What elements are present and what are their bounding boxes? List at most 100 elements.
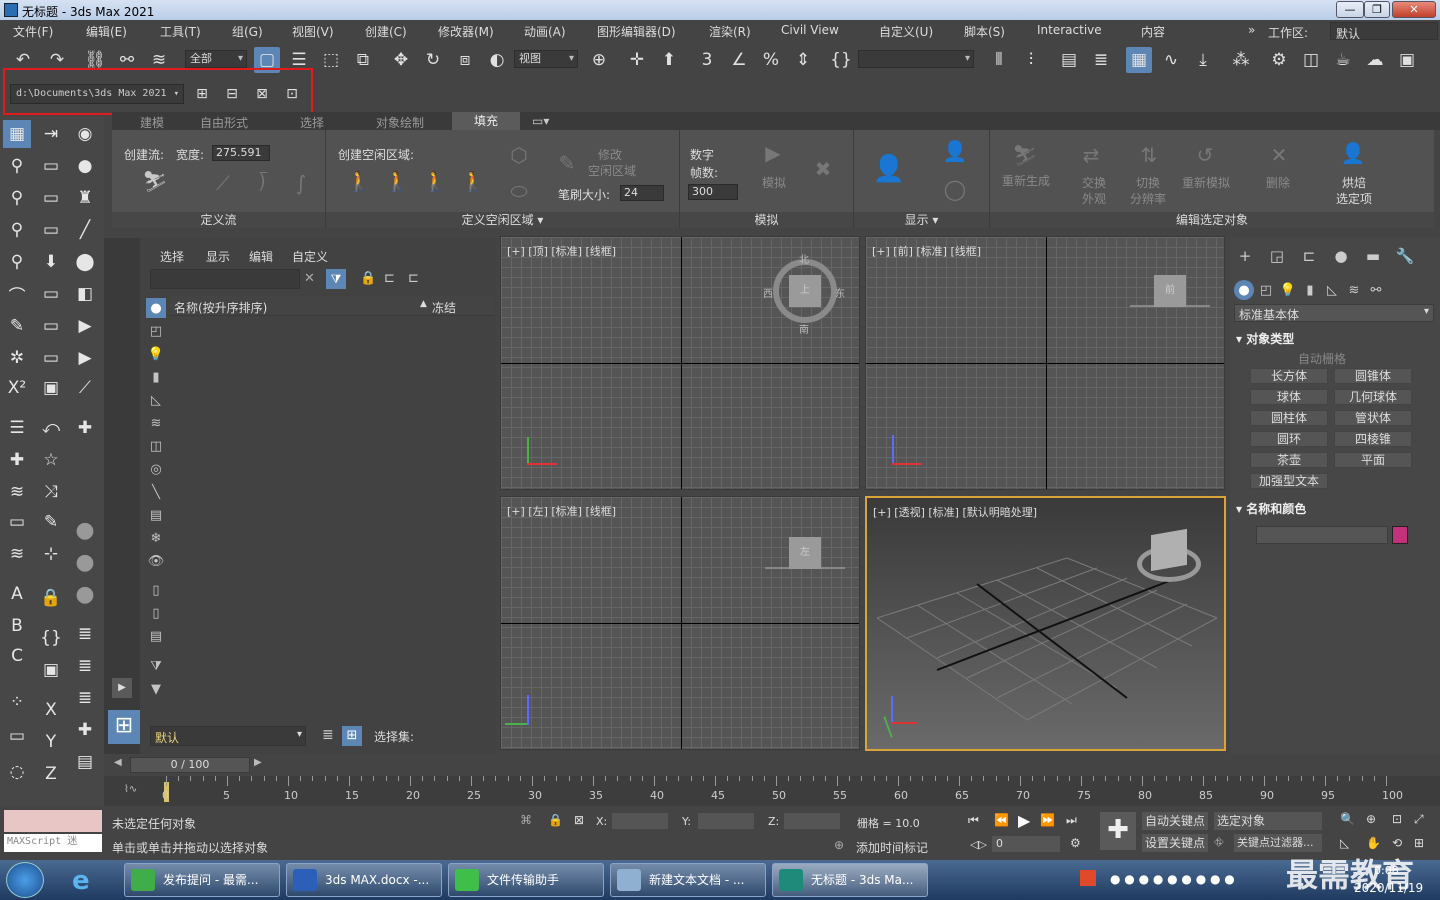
tool-4b-icon[interactable]: ▭: [37, 216, 65, 244]
flow-edit-icon[interactable]: ⟌: [248, 168, 278, 198]
tool-6a-icon[interactable]: ⌒: [3, 280, 31, 308]
task-item-3[interactable]: 文件传输助手: [448, 863, 604, 897]
current-frame-input[interactable]: 0: [992, 836, 1060, 852]
tool-11b-icon[interactable]: ☆: [37, 446, 65, 474]
cylinder-button[interactable]: 圆柱体: [1250, 410, 1328, 426]
shapes-category-icon[interactable]: ◰: [1256, 280, 1276, 300]
align-icon[interactable]: ⫶: [1018, 47, 1044, 73]
invert-display-icon[interactable]: ▤: [146, 626, 166, 646]
lock-filter-icon[interactable]: 🔒: [360, 271, 376, 286]
idle-shape-1-icon[interactable]: ⬡: [504, 140, 534, 170]
funnel-2-icon[interactable]: ▼: [146, 679, 166, 699]
tool-17c-icon[interactable]: ▤: [71, 748, 99, 776]
cone-button[interactable]: 圆锥体: [1334, 368, 1412, 384]
viewport-top[interactable]: [+] [顶] [标准] [线框] 上 北 南 东 西: [500, 236, 860, 490]
tray-ime-icon[interactable]: [1080, 870, 1096, 886]
close-button[interactable]: ✕: [1392, 1, 1436, 18]
brush-icon[interactable]: ⚲: [3, 152, 31, 180]
workspace-dropdown[interactable]: 默认: [1330, 22, 1438, 41]
tool-16c-icon[interactable]: ✚: [71, 716, 99, 744]
fov-icon[interactable]: ◺: [1340, 836, 1349, 850]
start-button[interactable]: [6, 862, 44, 898]
redo-icon[interactable]: ↷: [44, 47, 70, 73]
a360-gallery-icon[interactable]: ▣: [1394, 47, 1420, 73]
containers-filter-icon[interactable]: ▤: [146, 505, 166, 525]
brush-size-input[interactable]: 24: [620, 185, 664, 201]
modify-tab-icon[interactable]: ◲: [1266, 246, 1288, 266]
menu-modifiers[interactable]: 修改器(M): [438, 23, 494, 40]
clear-search-icon[interactable]: ✕: [304, 271, 315, 286]
frozen-filter-icon[interactable]: ❄: [146, 528, 166, 548]
tool-8b-icon[interactable]: ▭: [37, 344, 65, 372]
hidden-filter-icon[interactable]: 👁: [146, 551, 166, 571]
key-filter-icon[interactable]: ⛗: [1214, 835, 1224, 850]
regenerate-icon[interactable]: ⛷: [1010, 140, 1040, 170]
hierarchy-tab-icon[interactable]: ⊏: [1298, 246, 1320, 266]
selection-filter-dropdown[interactable]: 全部: [185, 50, 247, 68]
curve-editor-icon[interactable]: ∿: [1158, 47, 1184, 73]
tool-1b-icon[interactable]: ⇥: [37, 120, 65, 148]
xrefs-filter-icon[interactable]: ◎: [146, 459, 166, 479]
render-setup-icon[interactable]: ⚙: [1266, 47, 1292, 73]
motion-tab-icon[interactable]: ●: [1330, 246, 1352, 266]
menu-animation[interactable]: 动画(A): [524, 23, 566, 40]
pan-icon[interactable]: ✋: [1366, 836, 1381, 850]
menu-civil-view[interactable]: Civil View: [781, 23, 839, 37]
y-coord-input[interactable]: [698, 813, 754, 829]
tool-14a-icon[interactable]: ≋: [3, 540, 31, 568]
tool-13a-icon[interactable]: ▭: [3, 508, 31, 536]
modify-idle-icon[interactable]: ✎: [552, 148, 582, 178]
unlink-icon[interactable]: ⚯: [114, 47, 140, 73]
name-color-rollout[interactable]: ▾ 名称和颜色: [1236, 500, 1430, 517]
script-braces-icon[interactable]: {}: [37, 624, 65, 652]
lights-filter-icon[interactable]: 💡: [146, 344, 166, 364]
xp-icon[interactable]: X²: [3, 374, 31, 402]
trackbar-curve-icon[interactable]: ⌇∿: [124, 784, 137, 795]
mirror-icon[interactable]: ⫴: [986, 47, 1012, 73]
select-object-icon[interactable]: ▢: [254, 47, 280, 73]
systems-category-icon[interactable]: ⚯: [1366, 280, 1386, 300]
toggle-ribbon-icon[interactable]: ▦: [1126, 47, 1152, 73]
idle-figure-2-icon[interactable]: 🚶: [382, 166, 412, 196]
viewcube-front[interactable]: 前: [1154, 275, 1186, 307]
edit-named-sel-icon[interactable]: {}: [828, 47, 854, 73]
tool-5a-icon[interactable]: ⚲: [3, 248, 31, 276]
tool-4a-icon[interactable]: ⚲: [3, 216, 31, 244]
link-icon[interactable]: ⛓: [82, 47, 108, 73]
task-item-2[interactable]: 3ds MAX.docx -...: [286, 863, 442, 897]
sphere-button[interactable]: 球体: [1250, 389, 1328, 405]
idle-figure-1-icon[interactable]: 🚶: [344, 166, 374, 196]
set-key-button[interactable]: 设置关键点: [1142, 834, 1208, 852]
geometry-category-icon[interactable]: ●: [1234, 280, 1254, 300]
tool-8c-icon[interactable]: ▶: [71, 344, 99, 372]
lock-icon[interactable]: 🔒: [37, 584, 65, 612]
plane-button[interactable]: 平面: [1334, 452, 1412, 468]
menu-views[interactable]: 视图(V): [292, 23, 334, 40]
z-coord-input[interactable]: [784, 813, 840, 829]
zoom-icon[interactable]: 🔍: [1340, 812, 1355, 826]
textplus-button[interactable]: 加强型文本: [1250, 473, 1328, 489]
spacewarps-filter-icon[interactable]: ≋: [146, 413, 166, 433]
display-none-icon[interactable]: ▯: [146, 603, 166, 623]
cameras-category-icon[interactable]: ▮: [1300, 280, 1320, 300]
zoom-extents-all-icon[interactable]: ⤢: [1414, 812, 1424, 827]
scene-menu-customize[interactable]: 自定义: [292, 248, 328, 265]
bones-filter-icon[interactable]: ╲: [146, 482, 166, 502]
display-tab-icon[interactable]: ▬: [1362, 246, 1384, 266]
collapse-arrow-icon[interactable]: ▶: [112, 678, 132, 698]
minimize-button[interactable]: —: [1336, 1, 1364, 18]
tool-5c-icon[interactable]: ⬤: [71, 248, 99, 276]
geometry-filter-icon[interactable]: ●: [146, 298, 166, 318]
teapot-button[interactable]: 茶壶: [1250, 452, 1328, 468]
frames-input[interactable]: 300: [688, 184, 738, 200]
viewport-front[interactable]: [+] [前] [标准] [线框] 前: [865, 236, 1225, 490]
column-name-header[interactable]: 名称(按升序排序): [174, 299, 267, 316]
next-frame-icon[interactable]: ▶: [254, 757, 268, 773]
shapes-filter-icon[interactable]: ◰: [146, 321, 166, 341]
viewport-perspective-label[interactable]: [+] [透视] [标准] [默认明暗处理]: [873, 504, 1037, 520]
task-item-1[interactable]: 发布提问 - 最需...: [124, 863, 280, 897]
menu-content[interactable]: 内容: [1141, 23, 1165, 40]
hierarchy-1-icon[interactable]: ⊏: [384, 271, 395, 286]
menu-scripting[interactable]: 脚本(S): [964, 23, 1005, 40]
undo-icon[interactable]: ↶: [10, 47, 36, 73]
